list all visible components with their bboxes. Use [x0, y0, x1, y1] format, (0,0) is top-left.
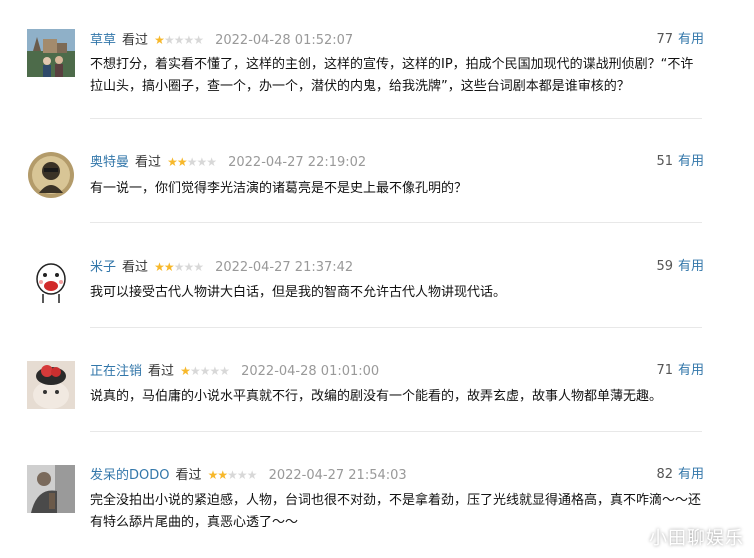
vote-count: 51 [656, 154, 673, 169]
useful-button[interactable]: 有用 [678, 32, 704, 47]
vote-count: 77 [656, 32, 673, 47]
votes: 71 有用 [656, 361, 704, 381]
star-icon: ★★ [167, 155, 187, 169]
useful-button[interactable]: 有用 [678, 467, 704, 482]
votes: 51 有用 [656, 152, 704, 172]
username-link[interactable]: 奥特曼 [90, 155, 129, 170]
rating-stars: ★★★★★ [154, 30, 204, 50]
divider [90, 118, 702, 119]
rating-stars: ★★★★★ [167, 152, 217, 172]
review-content: 完全没拍出小说的紧迫感，人物，台词也很不对劲，不是拿着劲，压了光线就显得通格高，… [90, 493, 702, 530]
avatar[interactable] [27, 361, 75, 409]
watched-status: 看过 [148, 364, 175, 379]
star-icon: ★ [154, 33, 165, 47]
username-link[interactable]: 草草 [90, 33, 116, 48]
star-icon: ★★★ [186, 155, 217, 169]
review-content: 有一说一，你们觉得李光洁演的诸葛亮是不是史上最不像孔明的？ [90, 181, 468, 196]
username-link[interactable]: 发呆的DODO [90, 468, 170, 483]
votes: 77 有用 [656, 30, 704, 50]
useful-button[interactable]: 有用 [678, 154, 704, 169]
review-meta: 草草 看过 ★★★★★ 2022-04-28 01:52:07 [90, 30, 353, 50]
review-meta: 正在注销 看过 ★★★★★ 2022-04-28 01:01:00 [90, 361, 379, 381]
watched-status: 看过 [122, 260, 149, 275]
avatar[interactable] [27, 257, 75, 305]
review-meta: 米子 看过 ★★★★★ 2022-04-27 21:37:42 [90, 257, 353, 277]
watched-status: 看过 [175, 468, 202, 483]
useful-button[interactable]: 有用 [678, 259, 704, 274]
watched-status: 看过 [122, 33, 149, 48]
votes: 82 有用 [656, 465, 704, 485]
review-time: 2022-04-27 22:19:02 [228, 155, 367, 170]
star-icon: ★★★★ [163, 33, 204, 47]
review-meta: 奥特曼 看过 ★★★★★ 2022-04-27 22:19:02 [90, 152, 366, 172]
avatar[interactable] [27, 29, 75, 77]
divider [90, 431, 702, 432]
review-content: 我可以接受古代人物讲大白话，但是我的智商不允许古代人物讲现代话。 [90, 285, 507, 300]
review-content: 不想打分，着实看不懂了，这样的主创，这样的宣传，这样的IP，拍成个民国加现代的谍… [90, 57, 694, 94]
star-icon: ★★★★ [189, 364, 230, 378]
review-time: 2022-04-28 01:01:00 [241, 364, 380, 379]
review-time: 2022-04-28 01:52:07 [215, 33, 354, 48]
vote-count: 59 [656, 259, 673, 274]
review-time: 2022-04-27 21:54:03 [268, 468, 407, 483]
star-icon: ★★★ [227, 468, 257, 482]
useful-button[interactable]: 有用 [678, 363, 704, 378]
review-time: 2022-04-27 21:37:42 [215, 260, 354, 275]
watermark: 小田聊娱乐 [649, 528, 744, 549]
review-meta: 发呆的DODO 看过 ★★★★★ 2022-04-27 21:54:03 [90, 465, 407, 485]
star-icon: ★★★ [173, 260, 204, 274]
rating-stars: ★★★★★ [207, 465, 258, 485]
avatar[interactable] [27, 151, 75, 199]
star-icon: ★★ [154, 260, 174, 274]
username-link[interactable]: 米子 [90, 260, 116, 275]
star-icon: ★ [180, 364, 191, 378]
divider [90, 327, 702, 328]
username-link[interactable]: 正在注销 [90, 364, 142, 379]
watched-status: 看过 [135, 155, 162, 170]
divider [90, 222, 702, 223]
avatar[interactable] [27, 465, 75, 513]
rating-stars: ★★★★★ [154, 257, 204, 277]
votes: 59 有用 [656, 257, 704, 277]
rating-stars: ★★★★★ [180, 361, 230, 381]
star-icon: ★★ [207, 468, 228, 482]
vote-count: 71 [656, 363, 673, 378]
vote-count: 82 [656, 467, 673, 482]
review-content: 说真的，马伯庸的小说水平真就不行，改编的剧没有一个能看的，故弄玄虚，故事人物都单… [90, 389, 663, 404]
